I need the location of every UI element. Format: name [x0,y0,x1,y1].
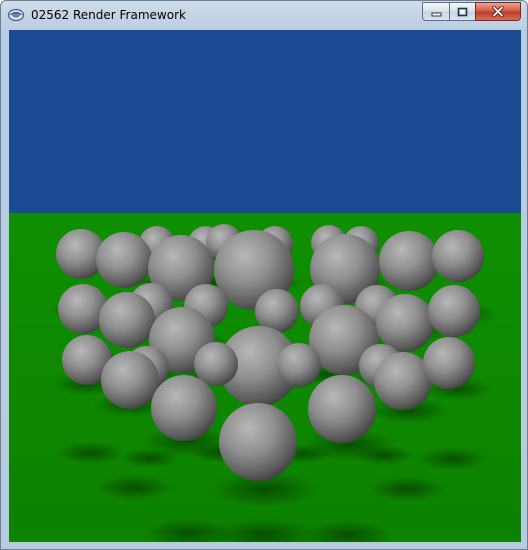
minimize-button[interactable] [422,2,449,21]
render-viewport[interactable] [9,30,521,542]
maximize-button[interactable] [449,2,475,21]
title-bar[interactable]: 02562 Render Framework [1,1,527,29]
sphere [101,351,159,409]
close-button[interactable] [475,2,521,21]
sphere-shadow [417,447,488,471]
sphere [423,337,475,389]
render-scene [9,30,521,542]
sphere [432,230,484,282]
sphere [194,342,238,386]
window-title: 02562 Render Framework [31,8,186,22]
sphere-shadow [120,448,180,468]
sphere [99,292,155,348]
sphere-shadow [368,475,447,503]
sphere [277,343,321,387]
sphere [376,294,434,352]
sphere [96,232,152,288]
window-controls [422,2,521,22]
sphere [428,285,480,337]
sphere-shadow [95,474,174,501]
app-icon[interactable] [7,7,25,23]
maximize-icon [457,2,468,21]
sky [9,30,521,213]
sphere [379,231,439,291]
app-window: 02562 Render Framework [0,0,528,550]
minimize-icon [431,2,442,21]
sphere [219,403,297,481]
sphere [308,375,376,443]
sphere-shadow [57,441,125,465]
sphere [151,375,217,441]
sphere-shadow [354,445,414,466]
close-icon [492,2,504,21]
